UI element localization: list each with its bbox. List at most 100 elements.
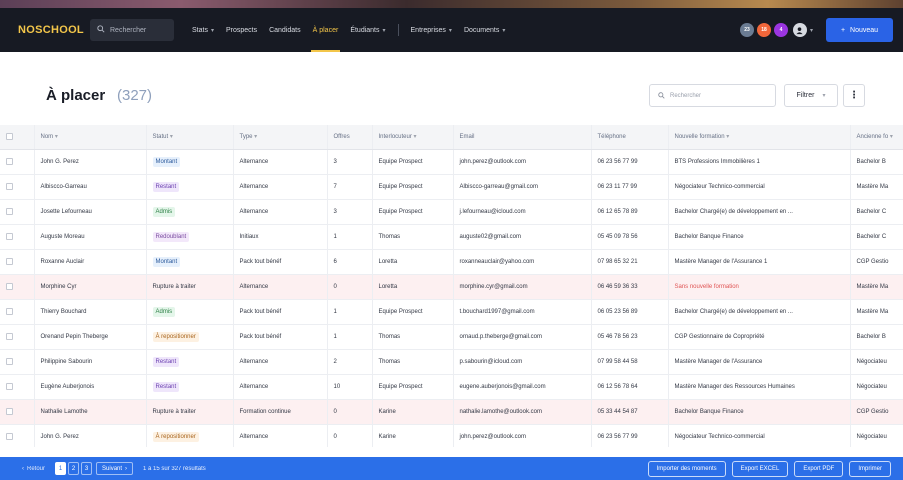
row-checkbox[interactable] [6,357,13,365]
importer-des-moments-button[interactable]: Importer des moments [647,460,726,477]
row-select-cell [0,424,35,447]
cell-interlocuteur: Equipe Prospect [372,199,454,224]
row-checkbox[interactable] [6,332,13,340]
cell-text: 06 23 11 77 99 [597,183,638,190]
nav-item-etudiants[interactable]: Étudiants ▾ [344,8,391,52]
column-header-label: Ancienne fo [856,134,889,141]
cell-text: 1 [333,333,337,340]
cell-text: Loretta [378,258,398,265]
nav-item-stats[interactable]: Stats ▾ [186,8,220,52]
column-header-ancienne-fo[interactable]: Ancienne fo ▾ [850,125,903,150]
table-row[interactable]: Eugène Auberjonois Restant Alternance 10 Equ… [0,374,903,399]
nav-item-candidats[interactable]: Candidats [263,8,307,52]
status-badge: À repositionner [152,331,199,342]
nav-item-label: Documents [463,26,500,34]
cell-text: Alternance [239,358,269,365]
row-checkbox[interactable] [6,207,13,215]
cell-statut: Restant [146,174,234,199]
select-all-checkbox[interactable] [6,133,13,141]
notification-avatar[interactable]: 23 [739,23,754,37]
cell-tel: 06 12 56 78 64 [591,374,669,399]
table-row[interactable]: John G. Perez À repositionner Alternance 0 K… [0,424,903,447]
global-search[interactable]: Rechercher [90,19,174,41]
export-excel-button[interactable]: Export EXCEL [731,460,789,477]
row-checkbox[interactable] [6,282,13,290]
notification-avatar[interactable]: 18 [756,23,771,37]
chevron-down-icon: ▾ [822,93,826,99]
user-avatar[interactable] [792,23,807,37]
table-row[interactable]: Auguste Moreau Redoublant Initiaux 1 Thomas a… [0,224,903,249]
table-row[interactable]: Roxanne Auclair Montant Pack tout bénéf 6 Lo… [0,249,903,274]
next-page-button[interactable]: Suivant › [96,462,134,475]
app-logo[interactable]: NOSCHOOL [18,24,90,36]
page-button-1[interactable]: 1 [55,462,67,475]
table-row[interactable]: Nathalie Lamothe Rupture à traiter Formati… [0,399,903,424]
column-header-label: Offres [333,133,350,140]
row-checkbox[interactable] [6,432,13,440]
row-checkbox[interactable] [6,182,13,190]
status-badge: À repositionner [152,431,199,442]
new-button-label: Nouveau [850,26,879,34]
row-checkbox[interactable] [6,407,13,415]
cell-text: Equipe Prospect [378,208,423,215]
arrow-left-icon: ‹ [22,465,24,472]
cell-text: Morphine Cyr [40,283,77,290]
cell-text: Loretta [378,283,398,290]
column-header-nom[interactable]: Nom ▾ [34,125,147,150]
table-row[interactable]: Orenand Pepin Theberge À repositionner Pac… [0,324,903,349]
cell-offres: 1 [327,324,373,349]
row-checkbox[interactable] [6,307,13,315]
column-header-telephone[interactable]: Téléphone [591,125,669,150]
filter-button[interactable]: Filtrer ▾ [784,84,838,107]
cell-text: Pack tout bénéf [239,308,282,315]
cell-text: nathalie.lamothe@outlook.com [459,408,542,415]
column-header-interlocuteur[interactable]: Interlocuteur ▾ [372,125,454,150]
column-header-statut[interactable]: Statut ▾ [146,125,234,150]
table-row[interactable]: Morphine Cyr Rupture à traiter Alternance 0… [0,274,903,299]
hero-image-strip [0,0,903,8]
imprimer-button[interactable]: Imprimer [849,460,891,477]
notification-avatar[interactable]: 4 [773,23,788,37]
row-select-cell [0,199,35,224]
column-header-label: Statut [152,134,169,141]
user-icon [796,26,804,34]
column-header-nouvelle-formation[interactable]: Nouvelle formation ▾ [668,125,851,150]
cell-text: 10 [333,383,341,390]
table-search-input[interactable]: Rechercher [649,84,776,107]
table-row[interactable]: Josette Lefourneau Admis Alternance 3 Equipe… [0,199,903,224]
table-row[interactable]: John G. Perez Montant Alternance 3 Equipe Pr… [0,149,903,174]
new-button[interactable]: + Nouveau [826,18,893,42]
students-table-container[interactable]: Nom ▾ Statut ▾ Type ▾ Offres Interlocuteur ▾… [0,125,903,447]
column-header-email[interactable]: Email [453,125,592,150]
row-checkbox[interactable] [6,382,13,390]
table-row[interactable]: Thierry Bouchard Admis Pack tout bénéf 1 Equ… [0,299,903,324]
user-menu-chevron-icon[interactable]: ▾ [810,27,813,34]
cell-email: nathalie.lamothe@outlook.com [453,399,592,424]
nav-item-entreprises[interactable]: Entreprises ▾ [405,8,458,52]
nav-item-prospects[interactable]: Prospects [220,8,263,52]
export-pdf-button[interactable]: Export PDF [794,460,844,477]
previous-page-button[interactable]: ‹ Retour [22,466,45,472]
row-checkbox[interactable] [6,157,13,165]
nav-item-a-placer[interactable]: À placer [307,8,345,52]
cell-offres: 1 [327,299,373,324]
more-options-button[interactable]: ⋮ [843,84,865,107]
cell-interlocuteur: Equipe Prospect [372,149,454,174]
column-header-type[interactable]: Type ▾ [233,125,328,150]
row-checkbox[interactable] [6,232,13,240]
cell-type: Alternance [233,199,328,224]
column-header-offres[interactable]: Offres [327,125,373,150]
status-badge: Restant [152,381,180,392]
row-checkbox[interactable] [6,257,13,265]
arrow-right-icon: › [125,465,128,472]
table-row[interactable]: Albiscco-Garreau Restant Alternance 7 Equipe… [0,174,903,199]
cell-text: roxanneauclair@yahoo.com [459,258,535,265]
cell-offres: 6 [327,249,373,274]
column-header-label: Email [459,133,475,140]
cell-text: Bachelor Banque Finance [674,233,744,240]
table-row[interactable]: Philippine Sabourin Restant Alternance 2 Tho… [0,349,903,374]
page-button-3[interactable]: 3 [81,462,93,475]
nav-item-documents[interactable]: Documents ▾ [458,8,511,52]
cell-text: Equipe Prospect [378,183,423,190]
page-button-2[interactable]: 2 [68,462,80,475]
